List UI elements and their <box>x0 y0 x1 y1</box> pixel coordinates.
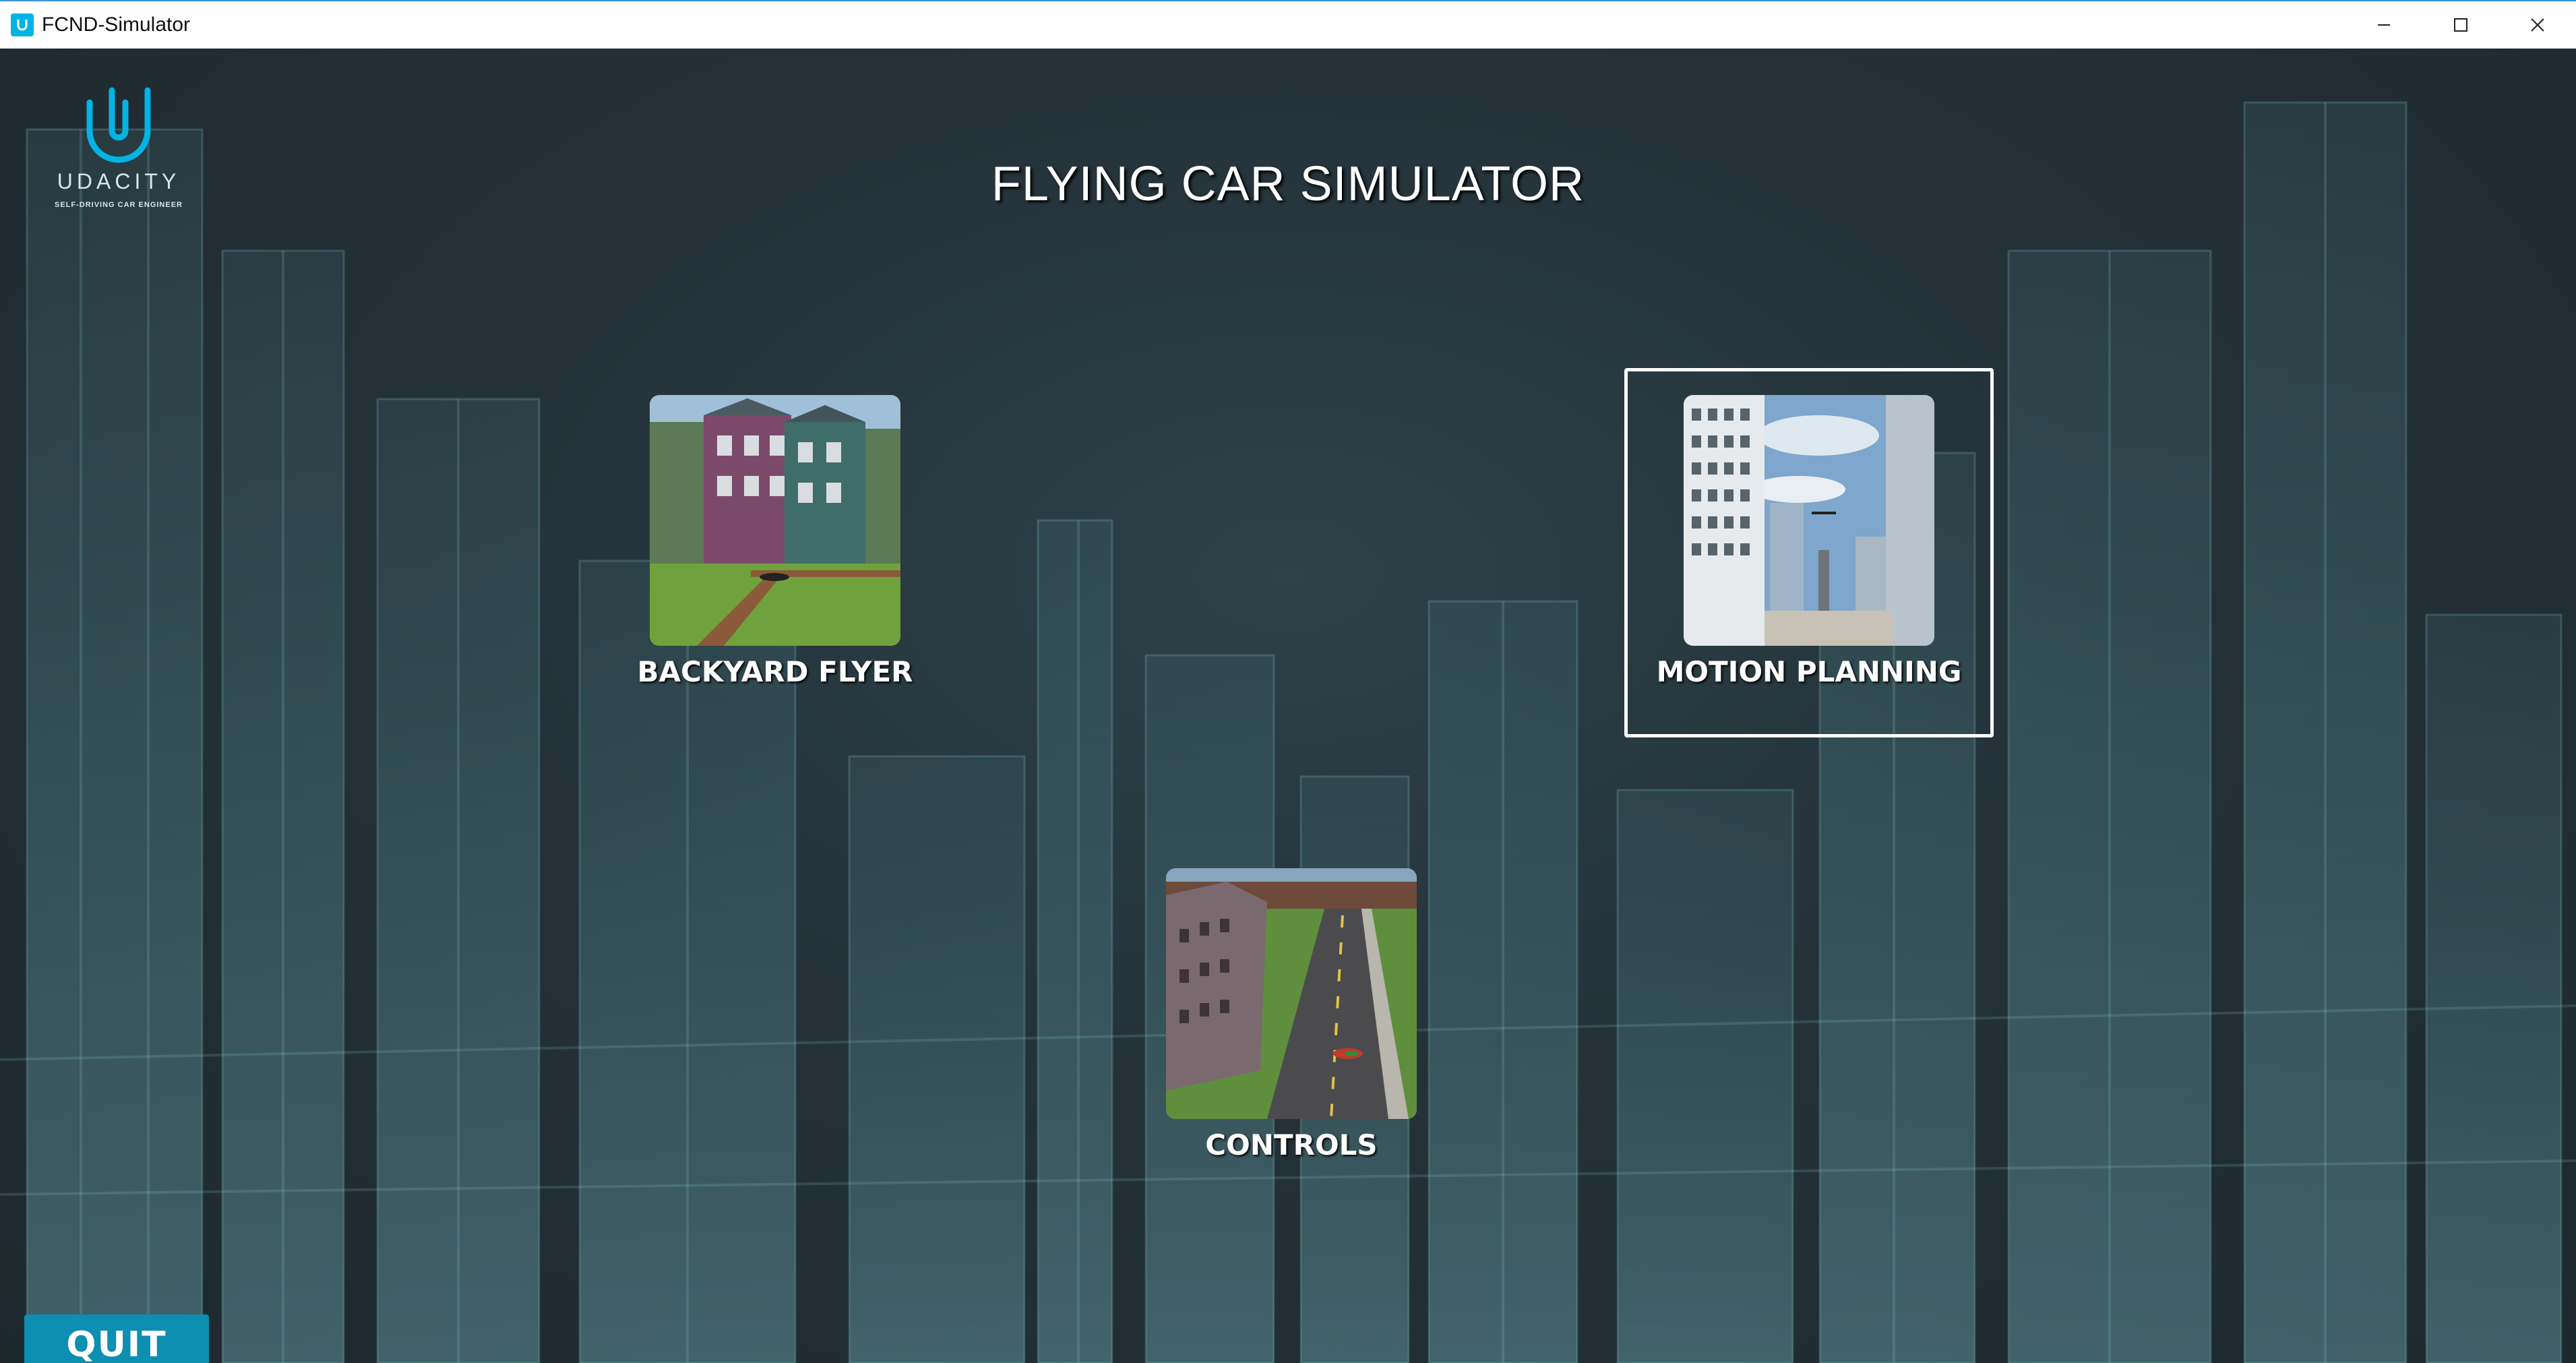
minimize-icon <box>2378 24 2390 26</box>
window-controls <box>2345 1 2576 49</box>
app-icon <box>11 13 34 36</box>
window-title: FCND-Simulator <box>42 13 191 36</box>
backyard-flyer-thumbnail <box>650 395 900 646</box>
backyard-flyer-label: BACKYARD FLYER <box>637 655 913 688</box>
menu-screen: UDACITY SELF-DRIVING CAR ENGINEER FLYING… <box>0 49 2576 1363</box>
quit-button[interactable]: QUIT <box>24 1314 209 1363</box>
motion-planning-label: MOTION PLANNING <box>1656 655 1962 688</box>
close-icon <box>2531 18 2544 32</box>
controls-label: CONTROLS <box>1205 1128 1378 1161</box>
scene-backyard-flyer[interactable]: BACKYARD FLYER <box>590 368 960 737</box>
maximize-button[interactable] <box>2422 1 2499 49</box>
motion-planning-thumbnail <box>1684 395 1934 646</box>
close-button[interactable] <box>2499 1 2576 49</box>
scene-motion-planning[interactable]: MOTION PLANNING <box>1624 368 1994 737</box>
title-bar: FCND-Simulator <box>0 0 2576 49</box>
udacity-u-icon <box>86 87 151 163</box>
simulator-window: FCND-Simulator UDACITY SELF-DRIVING CAR … <box>0 0 2576 1363</box>
maximize-icon <box>2454 18 2467 32</box>
controls-thumbnail <box>1166 868 1417 1119</box>
minimize-button[interactable] <box>2345 1 2422 49</box>
scene-controls[interactable]: CONTROLS <box>1107 841 1476 1211</box>
page-title: FLYING CAR SIMULATOR <box>991 157 1585 211</box>
